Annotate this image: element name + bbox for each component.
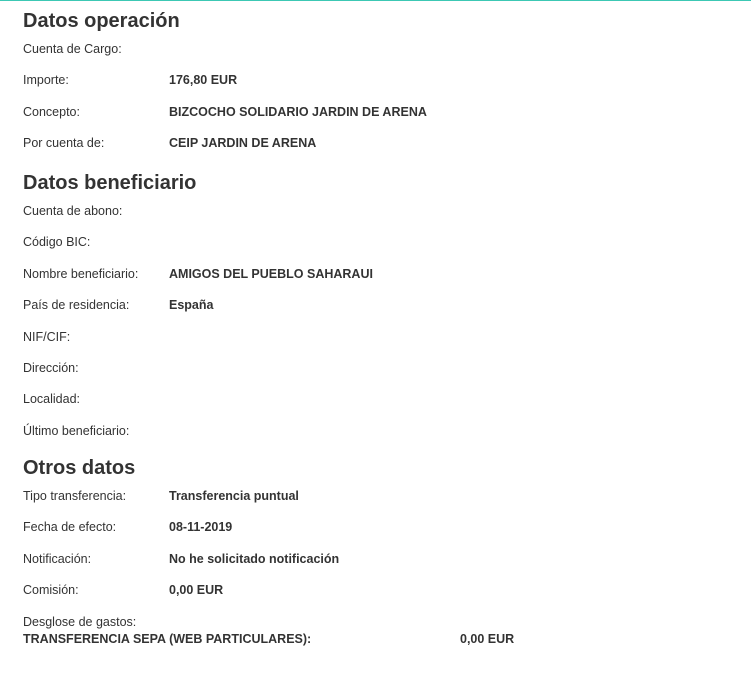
field-label: Cuenta de abono: <box>23 204 123 218</box>
field-label: Nombre beneficiario: <box>23 266 139 281</box>
field-value: 08-11-2019 <box>169 520 233 535</box>
field-label: País de residencia: <box>23 298 130 313</box>
breakdown-amount: 0,00 EUR <box>460 631 515 646</box>
field-label: Importe: <box>23 73 69 88</box>
breakdown-line: TRANSFERENCIA SEPA (WEB PARTICULARES): 0… <box>23 630 723 647</box>
breakdown-item: TRANSFERENCIA SEPA (WEB PARTICULARES): <box>23 631 312 646</box>
field-concepto: Concepto: BIZCOCHO SOLIDARIO JARDIN DE A… <box>23 105 723 136</box>
field-tipo-transferencia: Tipo transferencia: Transferencia puntua… <box>23 489 723 520</box>
section-title-operacion: Datos operación <box>23 10 180 32</box>
field-label: Localidad: <box>23 392 80 407</box>
field-label: Último beneficiario: <box>23 423 130 438</box>
field-label: Cuenta de Cargo: <box>23 42 122 56</box>
field-comision: Comisión: 0,00 EUR <box>23 583 723 614</box>
field-nif-cif: NIF/CIF: <box>23 330 723 361</box>
field-value: BIZCOCHO SOLIDARIO JARDIN DE ARENA <box>169 104 427 119</box>
field-value: España <box>169 298 214 313</box>
field-cuenta-abono: Cuenta de abono: <box>23 204 723 235</box>
field-por-cuenta-de: Por cuenta de: CEIP JARDIN DE ARENA <box>23 136 723 167</box>
field-value: No he solicitado notificación <box>169 551 340 566</box>
field-importe: Importe: 176,80 EUR <box>23 73 723 104</box>
field-label: NIF/CIF: <box>23 329 71 344</box>
section-title-otros: Otros datos <box>23 457 136 479</box>
field-value: 176,80 EUR <box>169 73 238 88</box>
gastos-breakdown: Desglose de gastos: TRANSFERENCIA SEPA (… <box>23 615 723 647</box>
field-label: Dirección: <box>23 360 79 375</box>
field-codigo-bic: Código BIC: <box>23 235 723 266</box>
field-label: Por cuenta de: <box>23 136 105 151</box>
field-direccion: Dirección: <box>23 361 723 392</box>
field-nombre-beneficiario: Nombre beneficiario: AMIGOS DEL PUEBLO S… <box>23 267 723 298</box>
field-pais-residencia: País de residencia: España <box>23 298 723 329</box>
section-title-beneficiario: Datos beneficiario <box>23 172 197 194</box>
field-label: Fecha de efecto: <box>23 520 117 535</box>
section-otros-datos: Otros datos Tipo transferencia: Transfer… <box>23 457 723 647</box>
field-ultimo-beneficiario: Último beneficiario: <box>23 424 723 455</box>
field-label: Concepto: <box>23 104 80 119</box>
field-value: 0,00 EUR <box>169 583 224 598</box>
field-label: Código BIC: <box>23 235 91 250</box>
field-localidad: Localidad: <box>23 392 723 423</box>
field-value: Transferencia puntual <box>169 489 299 503</box>
field-label: Comisión: <box>23 583 79 598</box>
field-label: Tipo transferencia: <box>23 489 127 503</box>
top-accent-line <box>0 0 751 1</box>
field-notificacion: Notificación: No he solicitado notificac… <box>23 552 723 583</box>
field-fecha-efecto: Fecha de efecto: 08-11-2019 <box>23 520 723 551</box>
field-value: CEIP JARDIN DE ARENA <box>169 136 317 151</box>
field-label: Notificación: <box>23 551 92 566</box>
section-datos-beneficiario: Datos beneficiario Cuenta de abono: Códi… <box>23 172 723 455</box>
section-datos-operacion: Datos operación Cuenta de Cargo: Importe… <box>23 10 723 168</box>
breakdown-label: Desglose de gastos: <box>23 614 137 629</box>
field-value: AMIGOS DEL PUEBLO SAHARAUI <box>169 266 373 281</box>
field-cuenta-cargo: Cuenta de Cargo: <box>23 42 723 73</box>
